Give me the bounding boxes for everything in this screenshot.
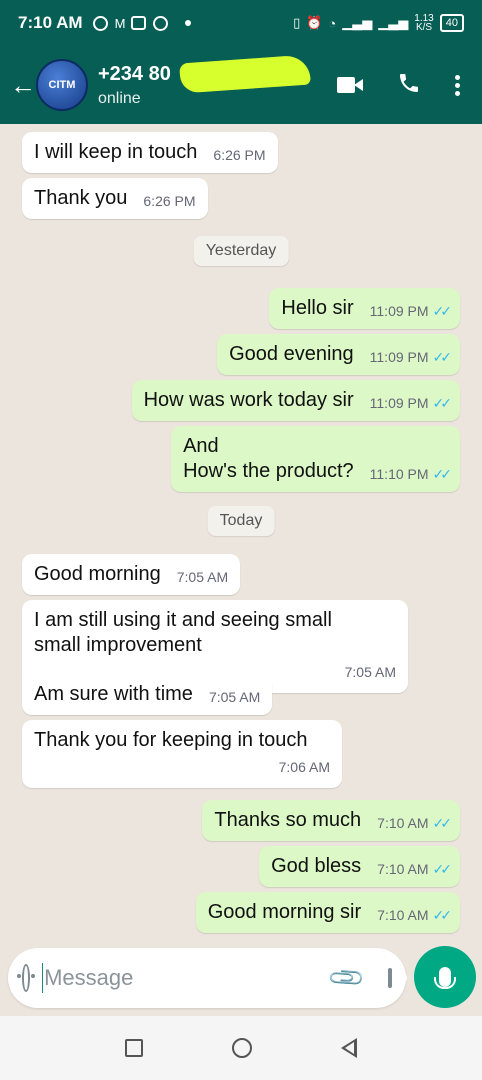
- alarm-icon: ⏰: [306, 15, 323, 30]
- voice-message-button[interactable]: [414, 946, 476, 1008]
- instagram-icon: [153, 15, 169, 31]
- date-separator: Today: [207, 506, 275, 536]
- gmail-icon: M: [114, 15, 126, 31]
- phone-call-icon[interactable]: [397, 71, 421, 100]
- recent-apps-button[interactable]: [124, 1039, 143, 1057]
- read-receipt-icon: ✓✓: [432, 907, 453, 923]
- status-bar: 7:10 AM M ▯ ⏰ ◔ ▁▃▅ ▁▃▅ 1.13 K/S 40: [0, 0, 482, 46]
- read-receipt-icon: ✓✓: [432, 466, 453, 482]
- message-incoming[interactable]: I will keep in touch 6:26 PM: [22, 132, 278, 173]
- message-incoming[interactable]: Good morning 7:05 AM: [22, 554, 241, 595]
- battery-indicator: 40: [439, 14, 464, 32]
- camera-icon[interactable]: [387, 968, 408, 988]
- system-navigation-bar: [0, 1016, 482, 1080]
- back-arrow-icon[interactable]: ←: [0, 70, 36, 101]
- signal-icon-2: ▁▃▅: [378, 15, 409, 30]
- read-receipt-icon: ✓✓: [432, 861, 453, 877]
- message-incoming[interactable]: Thank you 6:26 PM: [22, 178, 208, 219]
- app-notification-icon: [131, 16, 147, 30]
- date-separator: Yesterday: [193, 236, 289, 266]
- signal-icon: ▁▃▅: [342, 15, 373, 30]
- read-receipt-icon: ✓✓: [432, 349, 453, 365]
- status-right: ▯ ⏰ ◔ ▁▃▅ ▁▃▅ 1.13 K/S 40: [293, 13, 464, 33]
- notification-icon: [92, 15, 108, 31]
- message-outgoing[interactable]: Hello sir 11:09 PM ✓✓: [269, 288, 460, 329]
- chat-header: ← CITM +234 80 online: [0, 46, 482, 124]
- read-receipt-icon: ✓✓: [432, 303, 453, 319]
- network-speed: 1.13 K/S: [414, 13, 434, 33]
- contact-status: online: [98, 89, 141, 107]
- header-actions: [337, 71, 482, 100]
- video-call-icon[interactable]: [337, 76, 363, 94]
- message-incoming[interactable]: Am sure with time 7:05 AM: [22, 674, 273, 715]
- message-outgoing[interactable]: Good morning sir 7:10 AM ✓✓: [195, 892, 460, 933]
- status-time: 7:10 AM: [18, 13, 83, 32]
- overflow-menu-icon[interactable]: [455, 74, 460, 96]
- home-button[interactable]: [231, 1038, 252, 1058]
- message-outgoing[interactable]: God bless 7:10 AM ✓✓: [259, 846, 460, 887]
- back-button[interactable]: [341, 1038, 358, 1058]
- message-input[interactable]: [44, 965, 333, 991]
- more-notifications-icon: [185, 20, 192, 26]
- vibrate-icon: ▯: [293, 15, 301, 30]
- message-outgoing[interactable]: Good evening 11:09 PM ✓✓: [217, 334, 460, 375]
- emoji-icon[interactable]: [16, 964, 35, 992]
- message-outgoing[interactable]: How was work today sir 11:09 PM ✓✓: [131, 380, 460, 421]
- redaction-scribble: [179, 54, 311, 93]
- chat-messages[interactable]: I will keep in touch 6:26 PM Thank you 6…: [0, 124, 482, 942]
- message-composer: 📎: [8, 948, 408, 1008]
- contact-name: +234 80: [98, 54, 311, 93]
- read-receipt-icon: ✓✓: [432, 395, 453, 411]
- read-receipt-icon: ✓✓: [432, 815, 453, 831]
- message-outgoing[interactable]: Thanks so much 7:10 AM ✓✓: [202, 800, 460, 841]
- wifi-icon: ◔: [328, 15, 337, 31]
- contact-avatar[interactable]: CITM: [36, 59, 88, 111]
- attachment-icon[interactable]: 📎: [326, 957, 368, 999]
- message-incoming[interactable]: Thank you for keeping in touch 7:06 AM: [22, 720, 342, 788]
- contact-info[interactable]: +234 80 online: [98, 54, 311, 108]
- message-outgoing[interactable]: And How's the product? 11:10 PM ✓✓: [171, 426, 460, 492]
- microphone-icon: [434, 967, 456, 989]
